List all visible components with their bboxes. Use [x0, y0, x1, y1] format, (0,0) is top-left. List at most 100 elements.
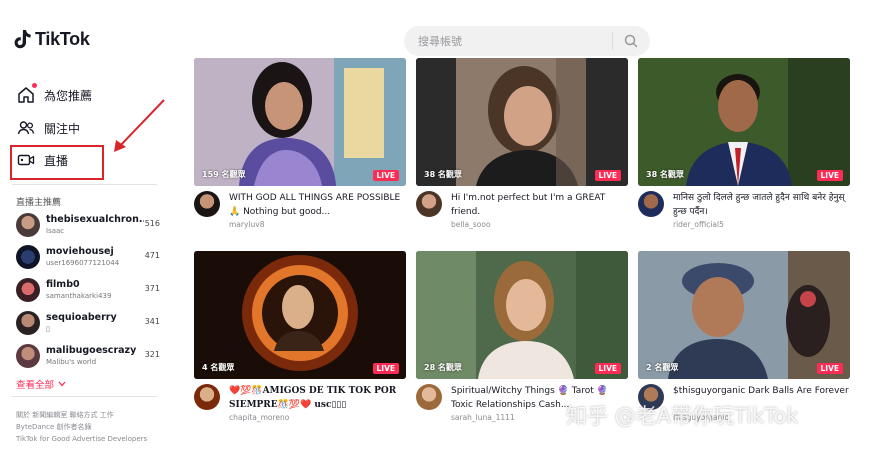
streamer-item[interactable]: thebisexualchron... Isaac 516: [16, 211, 166, 239]
streamer-subtitle: ▯: [46, 325, 50, 333]
footer-line[interactable]: TikTok for Good Advertise Developers: [16, 433, 166, 445]
live-card[interactable]: 4 名觀眾 LIVE ❤️💯🎊AMIGOS DE TIK TOK POR SIE…: [194, 251, 406, 428]
live-thumbnail[interactable]: 38 名觀眾 LIVE: [416, 58, 628, 186]
stream-username[interactable]: bella_sooo: [451, 220, 491, 229]
streamer-subtitle: Isaac: [46, 227, 65, 235]
viewer-count: 38 名觀眾: [646, 170, 684, 179]
live-card[interactable]: 38 名觀眾 LIVE मानिस ठुलो दिलले हुन्छ जातले…: [638, 58, 850, 235]
stream-title[interactable]: मानिस ठुलो दिलले हुन्छ जातले हुदैन साथि …: [673, 191, 849, 219]
avatar[interactable]: [194, 384, 220, 410]
live-badge: LIVE: [372, 363, 399, 374]
search-icon: [624, 34, 638, 48]
card-meta: मानिस ठुलो दिलले हुन्छ जातले हुदैन साथि …: [638, 191, 850, 235]
live-badge: LIVE: [816, 363, 843, 374]
sidebar-divider: [12, 396, 157, 397]
live-thumbnail[interactable]: 2 名觀眾 LIVE: [638, 251, 850, 379]
see-all-label: 查看全部: [16, 380, 55, 391]
streamer-name: filmb0: [46, 279, 80, 290]
stream-username[interactable]: sarah_luna_1111: [451, 413, 515, 422]
streamer-subtitle: samanthakarki439: [46, 292, 112, 300]
suggested-streamers-title: 直播主推薦: [16, 198, 62, 208]
stream-preview-image: [638, 251, 850, 379]
viewer-count: 28 名觀眾: [424, 363, 462, 372]
following-users-icon: [16, 118, 36, 138]
live-card[interactable]: 38 名觀眾 LIVE Hi I'm.not perfect but I'm a…: [416, 58, 628, 235]
streamer-name: thebisexualchron...: [46, 214, 144, 225]
streamer-item[interactable]: malibugoescrazy Malibu's world 321: [16, 342, 166, 370]
viewer-count: 341: [144, 317, 160, 326]
chevron-down-icon: [58, 381, 66, 387]
live-badge: LIVE: [594, 170, 621, 181]
live-thumbnail[interactable]: 159 名觀眾 LIVE: [194, 58, 406, 186]
viewer-count: 371: [144, 284, 160, 293]
viewer-count: 2 名觀眾: [646, 363, 679, 372]
avatar: [16, 245, 40, 269]
live-card[interactable]: 159 名觀眾 LIVE WITH GOD ALL THINGS ARE POS…: [194, 58, 406, 235]
notification-dot: [32, 83, 37, 88]
nav-label: 關注中: [44, 121, 81, 136]
viewer-count: 516: [144, 219, 160, 228]
live-thumbnail[interactable]: 28 名觀眾 LIVE: [416, 251, 628, 379]
search-button[interactable]: [613, 26, 649, 56]
viewer-count: 471: [144, 251, 160, 260]
home-icon: [16, 83, 37, 105]
viewer-count: 38 名觀眾: [424, 170, 462, 179]
search-input[interactable]: [404, 26, 612, 56]
annotation-highlight-box: [10, 145, 104, 180]
stream-preview-image: [194, 58, 406, 186]
live-thumbnail[interactable]: 38 名觀眾 LIVE: [638, 58, 850, 186]
card-meta: ❤️💯🎊AMIGOS DE TIK TOK POR SIEMPRE🎊💯❤️ us…: [194, 384, 406, 428]
stream-username[interactable]: maryluv8: [229, 220, 264, 229]
live-badge: LIVE: [372, 170, 399, 181]
footer-links: 關於 新聞編輯室 聯絡方式 工作 ByteDance 創作者名錄 TikTok …: [16, 409, 166, 445]
tiktok-live-page: TikTok 為您推薦: [0, 0, 874, 449]
avatar: [16, 344, 40, 368]
streamer-name: malibugoescrazy: [46, 345, 137, 356]
streamer-text: sequioaberry ▯: [46, 312, 144, 334]
footer-line[interactable]: ByteDance 創作者名錄: [16, 421, 166, 433]
see-all-link[interactable]: 查看全部: [16, 377, 66, 391]
nav-label: 為您推薦: [44, 88, 93, 103]
avatar[interactable]: [194, 191, 220, 217]
stream-title[interactable]: ❤️💯🎊AMIGOS DE TIK TOK POR SIEMPRE🎊💯❤️ us…: [229, 384, 405, 412]
streamer-text: moviehousej user1696077121044: [46, 246, 144, 268]
stream-username[interactable]: chapita_moreno: [229, 413, 289, 422]
streamer-text: filmb0 samanthakarki439: [46, 279, 144, 301]
streamer-subtitle: user1696077121044: [46, 259, 120, 267]
stream-preview-image: [416, 58, 628, 186]
streamer-subtitle: Malibu's world: [46, 358, 97, 366]
viewer-count: 321: [144, 350, 160, 359]
streamer-text: malibugoescrazy Malibu's world: [46, 345, 144, 367]
watermark-text: 知乎 @老A带你玩TikTok: [566, 404, 799, 428]
stream-preview-image: [638, 58, 850, 186]
streamer-item[interactable]: sequioaberry ▯ 341: [16, 309, 166, 337]
streamer-name: moviehousej: [46, 246, 114, 257]
streamer-item[interactable]: filmb0 samanthakarki439 371: [16, 276, 166, 304]
avatar: [16, 213, 40, 237]
avatar[interactable]: [416, 384, 442, 410]
tiktok-note-icon: [14, 30, 31, 49]
logo-text: TikTok: [35, 28, 90, 49]
streamer-item[interactable]: moviehousej user1696077121044 471: [16, 243, 166, 271]
avatar: [16, 311, 40, 335]
search-bar: [404, 26, 650, 56]
viewer-count: 4 名觀眾: [202, 363, 235, 372]
stream-username[interactable]: rider_official5: [673, 220, 724, 229]
annotation-arrow: [114, 99, 165, 152]
live-badge: LIVE: [816, 170, 843, 181]
live-thumbnail[interactable]: 4 名觀眾 LIVE: [194, 251, 406, 379]
sidebar-divider: [12, 184, 157, 185]
avatar[interactable]: [416, 191, 442, 217]
card-meta: WITH GOD ALL THINGS ARE POSSIBLE🙏 Nothin…: [194, 191, 406, 235]
stream-title[interactable]: Hi I'm.not perfect but I'm a GREAT frien…: [451, 191, 627, 219]
footer-line[interactable]: 關於 新聞編輯室 聯絡方式 工作: [16, 409, 166, 421]
live-badge: LIVE: [594, 363, 621, 374]
card-meta: Hi I'm.not perfect but I'm a GREAT frien…: [416, 191, 628, 235]
streamer-name: sequioaberry: [46, 312, 117, 323]
avatar[interactable]: [638, 191, 664, 217]
nav-following[interactable]: 關注中: [16, 116, 80, 140]
viewer-count: 159 名觀眾: [202, 170, 246, 179]
tiktok-logo[interactable]: TikTok: [12, 28, 90, 50]
nav-for-you[interactable]: 為您推薦: [16, 83, 92, 107]
stream-title[interactable]: WITH GOD ALL THINGS ARE POSSIBLE🙏 Nothin…: [229, 191, 405, 219]
